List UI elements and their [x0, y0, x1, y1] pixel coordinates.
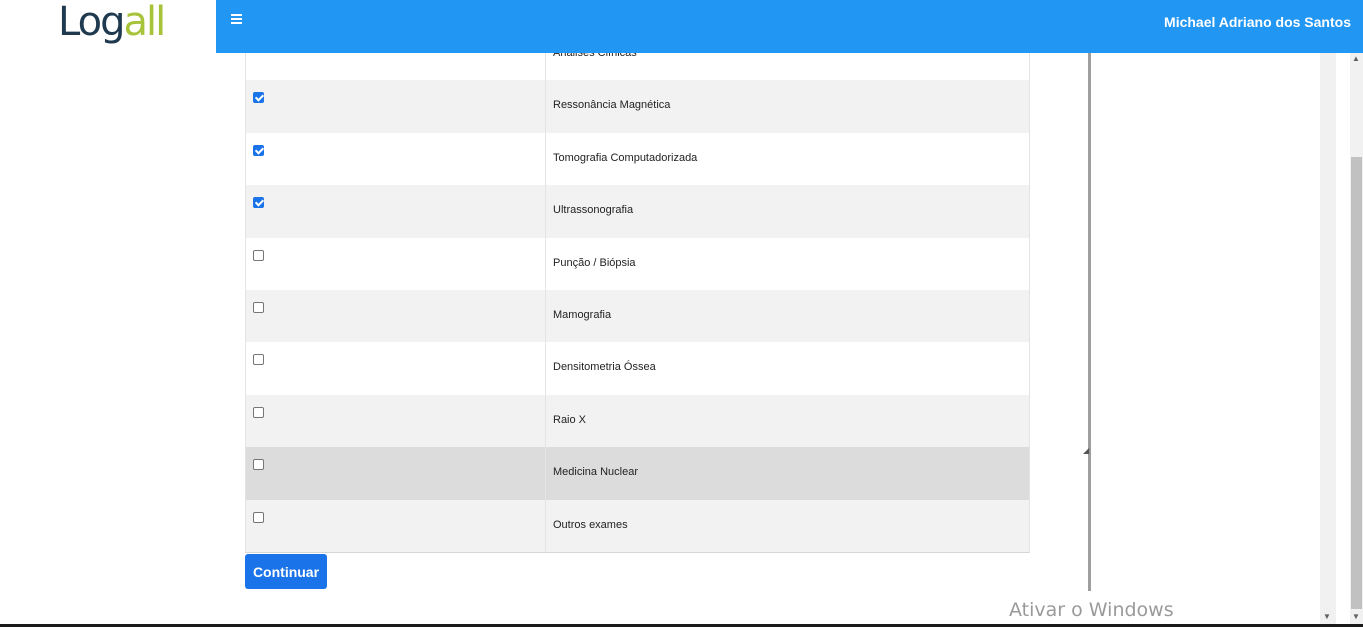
- exam-checkbox[interactable]: [253, 406, 264, 418]
- checkbox-cell: [246, 447, 546, 500]
- exam-label: Raio X: [553, 413, 587, 426]
- exam-checkbox[interactable]: [253, 249, 264, 261]
- checkbox-cell: [246, 185, 546, 238]
- checkbox-cell: [246, 499, 546, 552]
- exam-label: Outros exames: [553, 518, 628, 531]
- panel-divider: [1088, 53, 1091, 591]
- table-row: Ressonância Magnética: [246, 80, 1029, 133]
- user-name[interactable]: Michael Adriano dos Santos: [1164, 14, 1351, 30]
- checkbox-cell: [246, 289, 546, 343]
- exam-checkbox[interactable]: [253, 144, 264, 156]
- table-row: Raio X: [246, 394, 1029, 448]
- table-row: Tomografia Computadorizada: [246, 132, 1029, 186]
- exam-label: Análises Clínicas: [553, 53, 637, 59]
- resize-grip-icon[interactable]: ◢: [1083, 446, 1091, 455]
- exam-checkbox[interactable]: [253, 301, 264, 313]
- logo-area: Logall: [0, 0, 216, 53]
- table-row: Ultrassonografia: [246, 185, 1029, 238]
- logo: Logall: [58, 0, 166, 45]
- exam-label: Mamografia: [553, 308, 612, 321]
- table-row: Outros exames: [246, 499, 1029, 552]
- table-row: Densitometria Óssea: [246, 342, 1029, 395]
- page-scrollbar-thumb[interactable]: [1351, 157, 1362, 609]
- exam-label: Ressonância Magnética: [553, 99, 671, 112]
- checkbox-cell: [246, 394, 546, 448]
- table-row: Análises Clínicas: [246, 53, 1029, 81]
- exam-label: Densitometria Óssea: [553, 361, 656, 374]
- checkbox-cell: [246, 237, 546, 290]
- exam-checkbox[interactable]: [253, 354, 264, 366]
- checkbox-cell: [246, 80, 546, 133]
- table-row: Mamografia: [246, 289, 1029, 343]
- inner-scroll-down-icon[interactable]: ▼: [1322, 612, 1332, 622]
- exam-checkbox[interactable]: [253, 92, 264, 104]
- checkbox-cell: [246, 132, 546, 186]
- exam-checkbox[interactable]: [253, 511, 264, 523]
- exam-label: Medicina Nuclear: [553, 466, 638, 479]
- checkbox-cell: [246, 342, 546, 395]
- exam-label: Ultrassonografia: [553, 204, 634, 217]
- continue-button[interactable]: Continuar: [245, 554, 327, 589]
- scroll-up-icon[interactable]: ▲: [1351, 54, 1361, 64]
- scroll-down-icon[interactable]: ▼: [1351, 612, 1361, 622]
- inner-scrollbar[interactable]: [1320, 53, 1336, 627]
- exam-label: Punção / Biópsia: [553, 256, 636, 269]
- exam-label: Tomografia Computadorizada: [553, 151, 698, 164]
- exam-list-container: Análises Clínicas Ressonância Magnética T…: [245, 53, 1030, 553]
- checkbox-cell: [246, 53, 546, 81]
- top-navbar: Michael Adriano dos Santos: [216, 0, 1363, 53]
- exam-checkbox[interactable]: [253, 459, 264, 471]
- windows-activation-watermark: Ativar o Windows: [1009, 599, 1174, 621]
- exam-checkbox[interactable]: [253, 197, 264, 209]
- hamburger-menu-icon[interactable]: [230, 14, 244, 28]
- table-row: Punção / Biópsia: [246, 237, 1029, 290]
- table-row: Medicina Nuclear: [246, 447, 1029, 500]
- exam-table: Análises Clínicas Ressonância Magnética T…: [245, 53, 1030, 553]
